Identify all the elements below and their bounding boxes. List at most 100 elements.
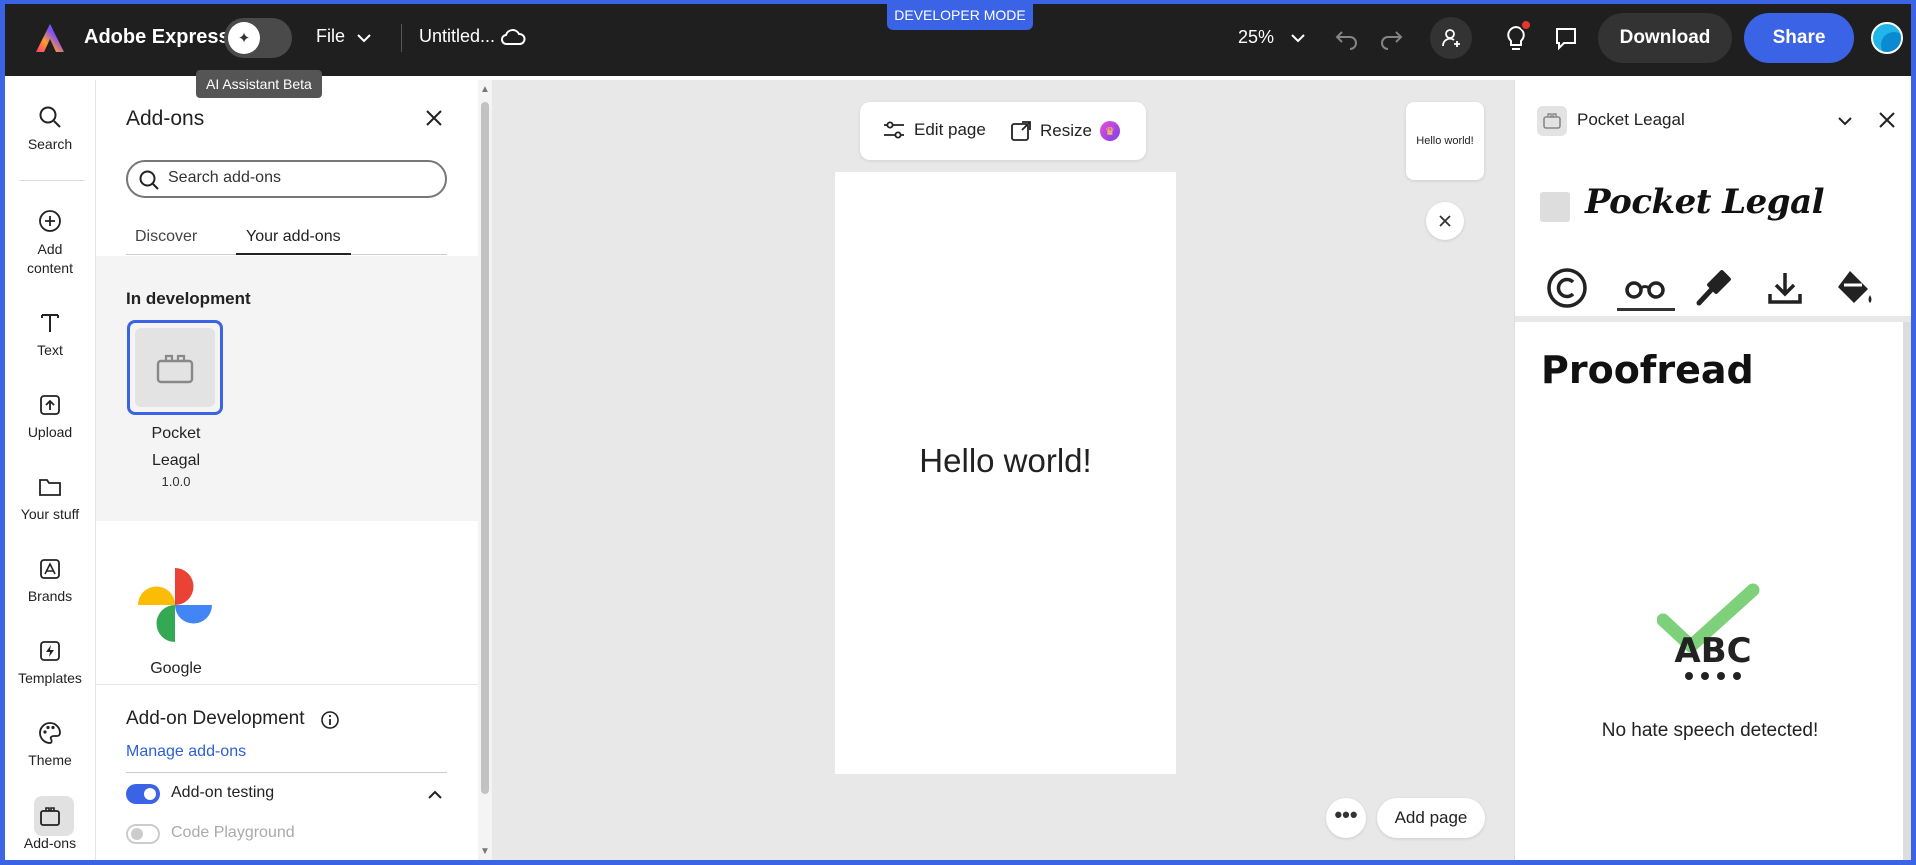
palette-icon xyxy=(39,722,61,744)
rail-item-search[interactable]: Search xyxy=(5,104,95,152)
rail-item-add-ons[interactable]: Add-ons xyxy=(5,803,95,851)
download-icon xyxy=(1768,273,1802,304)
search-icon xyxy=(39,106,61,128)
rail-label: Theme xyxy=(28,752,72,768)
dev-addon-name[interactable]: Pocket Leagal xyxy=(126,420,226,474)
file-menu[interactable]: File xyxy=(316,26,345,47)
close-icon xyxy=(1439,215,1451,227)
dev-addon-card[interactable] xyxy=(127,320,223,415)
code-playground-toggle[interactable] xyxy=(126,824,160,844)
avatar[interactable] xyxy=(1871,22,1903,54)
rail-item-brands[interactable]: Brands xyxy=(5,556,95,604)
paint-bucket-icon xyxy=(1838,271,1872,303)
section-heading: Proofread xyxy=(1541,348,1754,392)
scrollbar-thumb[interactable] xyxy=(481,102,489,794)
rail-item-upload[interactable]: Upload xyxy=(5,392,95,440)
share-button[interactable]: Share xyxy=(1744,13,1854,63)
addon-panel-scrollbar[interactable] xyxy=(1903,322,1911,865)
rail-item-add-content[interactable]: Add content xyxy=(5,208,95,278)
canvas-area: Edit page Resize ♛ Hello world! Hello wo… xyxy=(492,80,1514,865)
sliders-icon xyxy=(884,121,904,139)
scroll-down-arrow[interactable]: ▼ xyxy=(480,846,490,857)
rail-label: Your stuff xyxy=(20,506,80,522)
in-development-title: In development xyxy=(126,289,251,308)
google-addon-name[interactable]: Google xyxy=(126,660,226,678)
divider xyxy=(126,772,447,773)
zoom-level[interactable]: 25% xyxy=(1238,27,1274,48)
tab-fill[interactable] xyxy=(1831,264,1879,312)
rail-divider xyxy=(19,180,85,181)
toggle-knob xyxy=(131,828,143,840)
dev-addon-version: 1.0.0 xyxy=(161,474,191,489)
tab-proofread[interactable] xyxy=(1621,264,1669,312)
page-text[interactable]: Hello world! xyxy=(835,442,1176,480)
copyright-icon xyxy=(1547,268,1587,308)
folder-icon xyxy=(39,479,61,496)
close-icon[interactable] xyxy=(1876,109,1898,131)
panel-scrollbar[interactable]: ▲ ▼ xyxy=(478,80,492,865)
chevron-down-icon[interactable] xyxy=(354,28,374,48)
brands-icon xyxy=(40,559,60,579)
resize-button[interactable]: Resize ♛ xyxy=(1010,120,1120,142)
rail-label: Search xyxy=(27,136,73,152)
toggle-knob xyxy=(144,788,156,800)
google-photos-icon[interactable] xyxy=(132,562,218,648)
rail-item-your-stuff[interactable]: Your stuff xyxy=(5,474,95,522)
rail-item-text[interactable]: Text xyxy=(5,310,95,358)
tab-legal[interactable] xyxy=(1691,264,1739,312)
addon-testing-toggle[interactable] xyxy=(126,784,160,804)
active-tool-indicator xyxy=(1617,308,1675,311)
chevron-down-icon[interactable] xyxy=(1288,28,1308,48)
search-icon xyxy=(139,170,159,190)
templates-icon xyxy=(40,641,60,661)
undo-icon[interactable] xyxy=(1334,26,1360,50)
add-page-button[interactable]: Add page xyxy=(1377,798,1485,838)
design-page[interactable]: Hello world! xyxy=(835,172,1176,774)
rail-label: Add-ons xyxy=(23,835,77,851)
edit-page-button[interactable]: Edit page xyxy=(882,120,986,140)
more-options-button[interactable]: ••• xyxy=(1326,798,1366,838)
invite-collaborator-button[interactable] xyxy=(1430,17,1472,59)
gavel-icon xyxy=(1696,270,1731,306)
divider xyxy=(96,684,478,685)
addons-panel: Add-ons Discover Your add-ons In develop… xyxy=(95,80,478,865)
status-message: No hate speech detected! xyxy=(1601,720,1819,741)
premium-crown-icon: ♛ xyxy=(1099,121,1120,141)
tab-download[interactable] xyxy=(1761,264,1809,312)
upload-icon xyxy=(40,395,60,415)
comment-icon[interactable] xyxy=(1553,25,1579,51)
search-input[interactable] xyxy=(168,169,438,187)
addons-search[interactable] xyxy=(126,160,447,198)
rail-label: Upload xyxy=(27,424,73,440)
tab-your-add-ons[interactable]: Your add-ons xyxy=(246,228,341,246)
ai-assistant-toggle[interactable]: ✦ xyxy=(224,18,292,58)
sparkle-icon: ✦ xyxy=(228,22,260,54)
page-thumbnail[interactable]: Hello world! xyxy=(1406,102,1484,180)
info-icon[interactable] xyxy=(320,710,340,730)
rail-label: Templates xyxy=(18,670,82,686)
scroll-up-arrow[interactable]: ▲ xyxy=(480,84,490,95)
resize-icon xyxy=(1011,121,1031,141)
divider xyxy=(401,24,402,52)
adobe-express-logo[interactable] xyxy=(34,22,66,54)
document-title[interactable]: Untitled... xyxy=(419,26,495,47)
close-icon[interactable] xyxy=(423,107,445,129)
rail-item-theme[interactable]: Theme xyxy=(5,720,95,768)
addon-panel-title: Pocket Leagal xyxy=(1577,110,1685,129)
plus-circle-icon xyxy=(39,210,61,232)
active-tab-indicator xyxy=(236,253,351,255)
download-button[interactable]: Download xyxy=(1598,13,1732,63)
brand-logo-placeholder xyxy=(1540,192,1570,222)
chevron-up-icon[interactable] xyxy=(426,786,444,804)
text-icon xyxy=(41,314,59,332)
tab-copyright[interactable] xyxy=(1543,264,1591,312)
close-thumbnails-button[interactable] xyxy=(1426,202,1464,240)
manage-add-ons-link[interactable]: Manage add-ons xyxy=(126,743,246,761)
redo-icon[interactable] xyxy=(1378,26,1404,50)
app-name: Adobe Express xyxy=(84,26,230,48)
tab-discover[interactable]: Discover xyxy=(135,228,197,246)
rail-item-templates[interactable]: Templates xyxy=(5,638,95,686)
brand-wordmark: Pocket Legal xyxy=(1585,182,1825,222)
chevron-down-icon[interactable] xyxy=(1834,110,1856,132)
divider xyxy=(1515,316,1912,322)
